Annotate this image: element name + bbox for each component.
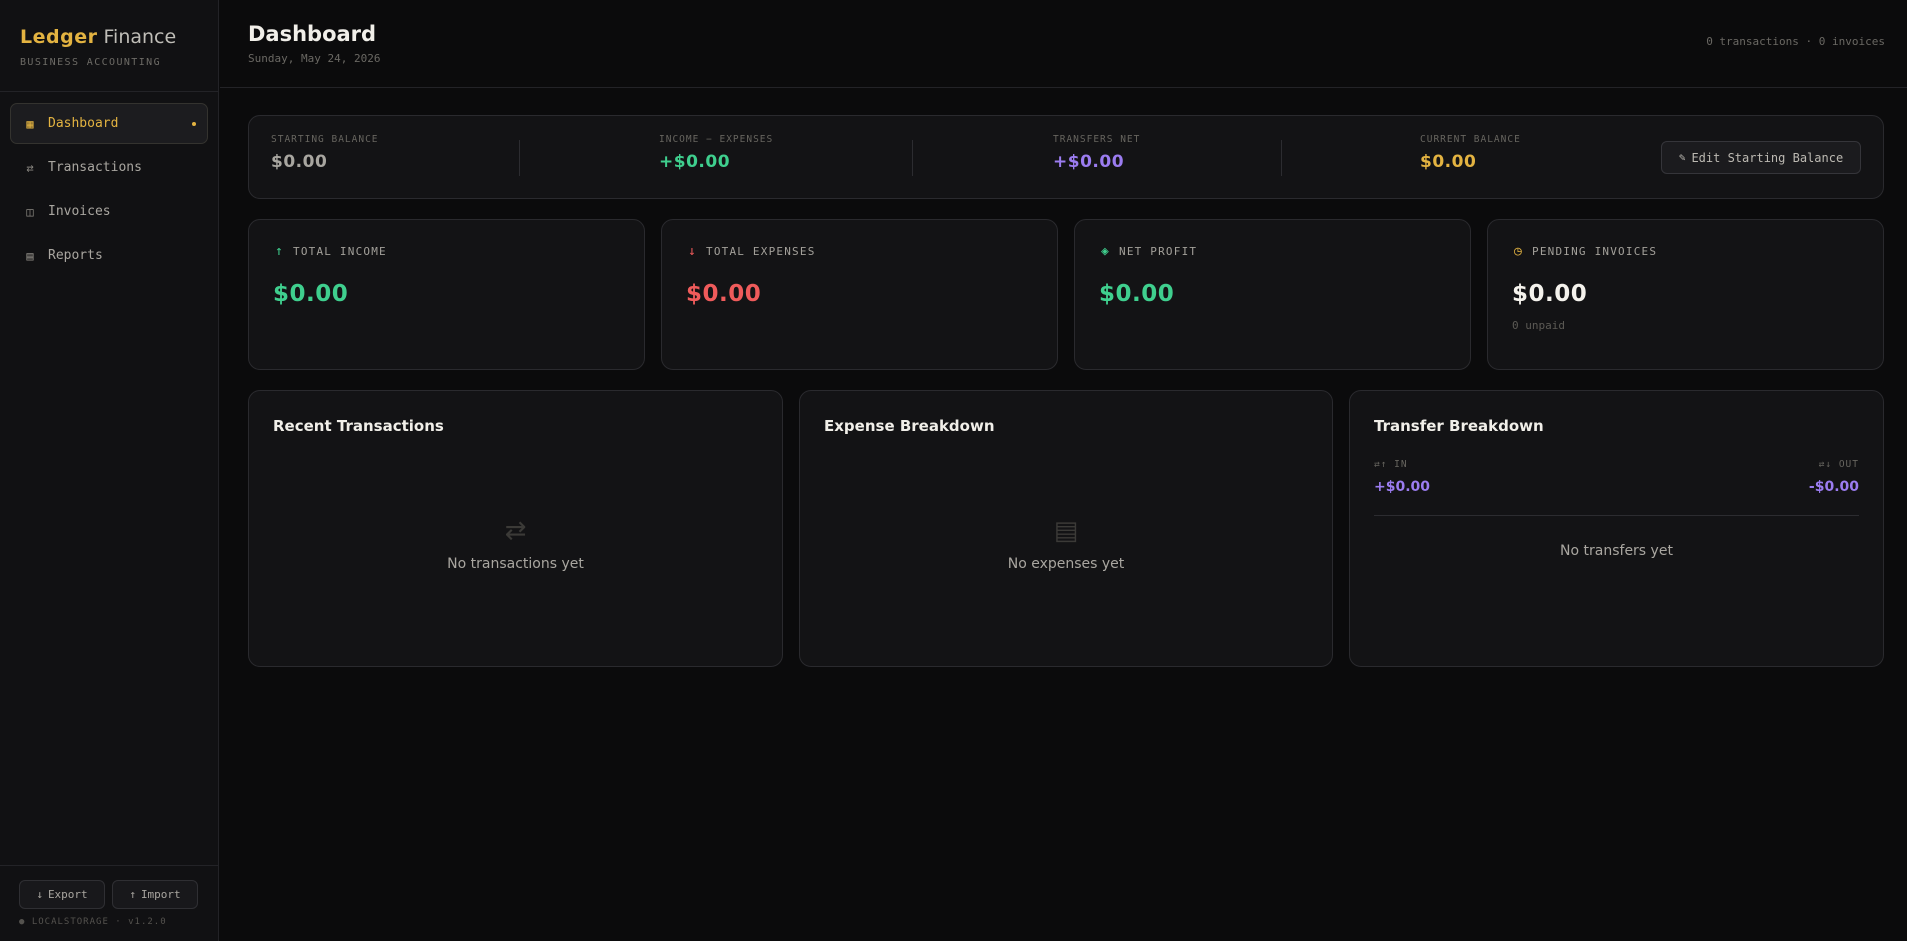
storage-version-label: ● LOCALSTORAGE · v1.2.0 bbox=[19, 917, 167, 927]
empty-state: ⇄ No transactions yet bbox=[249, 516, 782, 572]
divider bbox=[519, 140, 520, 176]
pencil-icon: ✎ bbox=[1678, 151, 1686, 164]
panel-title: Transfer Breakdown bbox=[1374, 417, 1544, 435]
net-profit-value: $0.00 bbox=[1099, 281, 1175, 307]
arrow-up-icon: ↑ bbox=[274, 244, 285, 259]
net-profit-label: NET PROFIT bbox=[1119, 245, 1198, 258]
sidebar-item-transactions[interactable]: ⇄ Transactions bbox=[10, 147, 208, 188]
empty-state-text: No transfers yet bbox=[1560, 543, 1673, 559]
swap-icon: ⇄ bbox=[26, 160, 34, 175]
arrow-down-icon: ↓ bbox=[687, 244, 698, 259]
page-title: Dashboard bbox=[248, 22, 377, 46]
starting-balance-label: STARTING BALANCE bbox=[271, 134, 379, 145]
transfers-in-value: +$0.00 bbox=[1374, 479, 1431, 495]
transfers-net-value: +$0.00 bbox=[1053, 152, 1125, 172]
income-minus-expenses-label: INCOME − EXPENSES bbox=[659, 134, 774, 145]
net-profit-card: ◈ NET PROFIT $0.00 bbox=[1074, 219, 1471, 370]
total-income-label: TOTAL INCOME bbox=[293, 245, 387, 258]
transfers-out: ⇄↓ OUT -$0.00 bbox=[1809, 459, 1859, 495]
swap-icon: ⇄ bbox=[504, 516, 527, 546]
starting-balance-value: $0.00 bbox=[271, 152, 328, 172]
sidebar-item-dashboard[interactable]: ▦ Dashboard bbox=[10, 103, 208, 144]
pending-invoices-card: ◷ PENDING INVOICES $0.00 0 unpaid bbox=[1487, 219, 1884, 370]
brand: Ledger Finance BUSINESS ACCOUNTING bbox=[0, 0, 218, 92]
brand-subtitle: BUSINESS ACCOUNTING bbox=[20, 57, 161, 68]
import-label: Import bbox=[140, 888, 181, 901]
active-indicator-dot bbox=[192, 122, 196, 126]
edit-starting-balance-button[interactable]: ✎ Edit Starting Balance bbox=[1661, 141, 1861, 174]
pending-invoices-value: $0.00 bbox=[1512, 281, 1588, 307]
brand-name-primary: Ledger bbox=[20, 26, 98, 48]
list-icon: ▤ bbox=[1053, 516, 1079, 546]
header-counts: 0 transactions · 0 invoices bbox=[1706, 35, 1885, 48]
panel-title: Expense Breakdown bbox=[824, 417, 995, 435]
export-label: Export bbox=[47, 888, 88, 901]
current-balance-value: $0.00 bbox=[1420, 152, 1477, 172]
empty-state-text: No expenses yet bbox=[1007, 556, 1125, 572]
pending-invoices-label: PENDING INVOICES bbox=[1532, 245, 1658, 258]
sidebar-nav: ▦ Dashboard ⇄ Transactions ◫ Invoices ▤ … bbox=[0, 92, 218, 290]
total-income-card: ↑ TOTAL INCOME $0.00 bbox=[248, 219, 645, 370]
download-arrow-icon: ↓ bbox=[36, 888, 43, 901]
unpaid-count: 0 unpaid bbox=[1512, 319, 1565, 332]
columns-icon: ◫ bbox=[26, 204, 34, 219]
export-button[interactable]: ↓ Export bbox=[19, 880, 105, 909]
import-button[interactable]: ↑ Import bbox=[112, 880, 198, 909]
empty-state-text: No transactions yet bbox=[447, 556, 584, 572]
total-expenses-label: TOTAL EXPENSES bbox=[706, 245, 816, 258]
grid-icon: ▦ bbox=[26, 116, 34, 131]
transfers-net: TRANSFERS NET +$0.00 bbox=[1053, 134, 1140, 172]
divider bbox=[912, 140, 913, 176]
sidebar-item-invoices[interactable]: ◫ Invoices bbox=[10, 191, 208, 232]
income-minus-expenses: INCOME − EXPENSES +$0.00 bbox=[659, 134, 773, 172]
divider bbox=[1374, 515, 1859, 516]
list-icon: ▤ bbox=[26, 248, 34, 263]
starting-balance: STARTING BALANCE $0.00 bbox=[271, 134, 379, 172]
brand-name-secondary: Finance bbox=[103, 26, 177, 48]
balance-summary-bar: STARTING BALANCE $0.00 INCOME − EXPENSES… bbox=[248, 115, 1884, 199]
sidebar-footer: ↓ Export ↑ Import ● LOCALSTORAGE · v1.2.… bbox=[0, 865, 218, 941]
transfers-out-label: ⇄↓ OUT bbox=[1818, 459, 1859, 470]
transfers-in: ⇄↑ IN +$0.00 bbox=[1374, 459, 1430, 495]
recent-transactions-panel: Recent Transactions ⇄ No transactions ye… bbox=[248, 390, 783, 667]
sidebar-item-label: Transactions bbox=[48, 160, 142, 175]
sidebar-item-reports[interactable]: ▤ Reports bbox=[10, 235, 208, 276]
diamond-icon: ◈ bbox=[1100, 244, 1111, 259]
page-date: Sunday, May 24, 2026 bbox=[248, 52, 381, 65]
upload-arrow-icon: ↑ bbox=[129, 888, 136, 901]
sidebar: Ledger Finance BUSINESS ACCOUNTING ▦ Das… bbox=[0, 0, 219, 941]
edit-starting-balance-label: Edit Starting Balance bbox=[1691, 150, 1844, 165]
app-logo: Ledger Finance bbox=[20, 26, 198, 48]
sidebar-item-label: Invoices bbox=[48, 204, 111, 219]
transfers-out-value: -$0.00 bbox=[1808, 479, 1859, 495]
transfers-net-label: TRANSFERS NET bbox=[1053, 134, 1141, 145]
current-balance: CURRENT BALANCE $0.00 bbox=[1420, 134, 1521, 172]
empty-state: ▤ No expenses yet bbox=[800, 516, 1332, 572]
total-expenses-card: ↓ TOTAL EXPENSES $0.00 bbox=[661, 219, 1058, 370]
clock-icon: ◷ bbox=[1513, 244, 1524, 259]
sidebar-item-label: Dashboard bbox=[48, 116, 119, 131]
transfers-in-label: ⇄↑ IN bbox=[1374, 459, 1408, 470]
panel-title: Recent Transactions bbox=[273, 417, 444, 435]
divider bbox=[1281, 140, 1282, 176]
page-header: Dashboard Sunday, May 24, 2026 0 transac… bbox=[220, 0, 1907, 88]
expense-breakdown-panel: Expense Breakdown ▤ No expenses yet bbox=[799, 390, 1333, 667]
sidebar-item-label: Reports bbox=[48, 248, 103, 263]
current-balance-label: CURRENT BALANCE bbox=[1420, 134, 1521, 145]
total-income-value: $0.00 bbox=[273, 281, 349, 307]
total-expenses-value: $0.00 bbox=[686, 281, 762, 307]
transfer-breakdown-panel: Transfer Breakdown ⇄↑ IN +$0.00 ⇄↓ OUT -… bbox=[1349, 390, 1884, 667]
income-minus-expenses-value: +$0.00 bbox=[659, 152, 731, 172]
